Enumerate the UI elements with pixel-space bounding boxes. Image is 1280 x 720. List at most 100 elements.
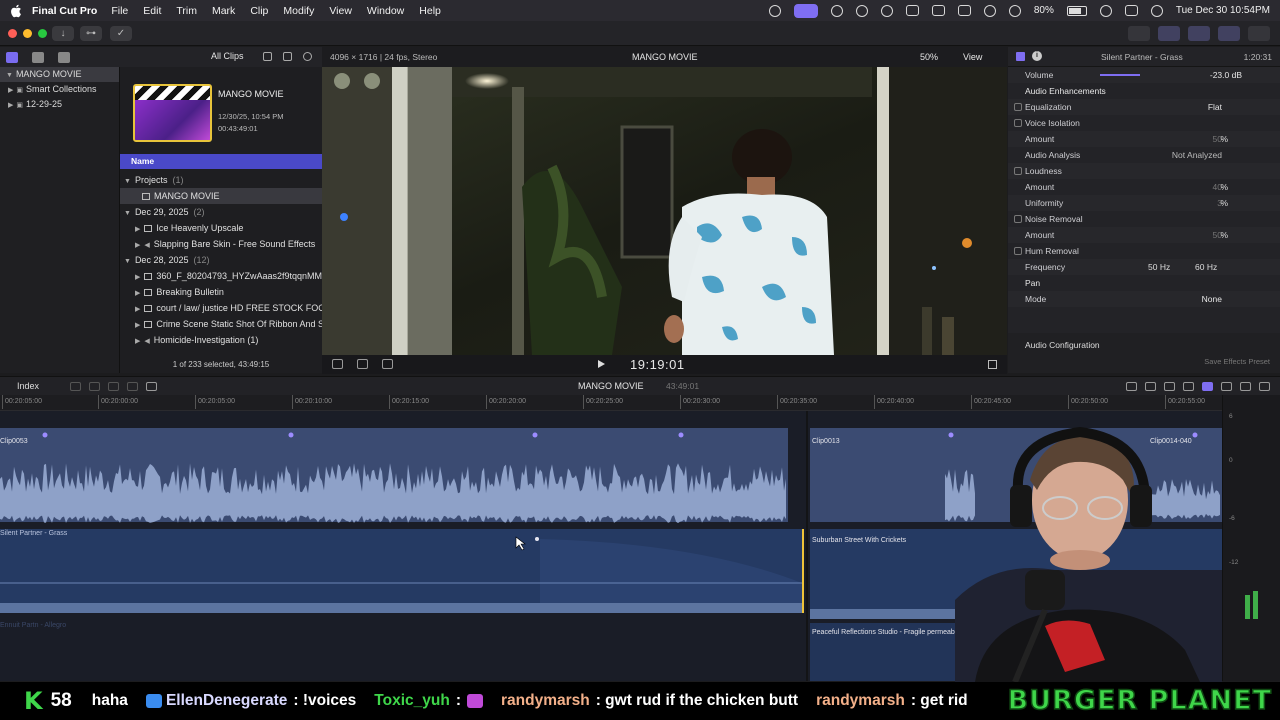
layout-toggle-inspector-icon[interactable] — [1218, 26, 1240, 41]
menu-trim[interactable]: Trim — [176, 5, 197, 17]
project-thumbnail[interactable] — [133, 84, 212, 142]
list-group-dec-28[interactable]: ▼ Dec 28, 2025 (12) — [120, 252, 322, 268]
list-view-icon[interactable] — [263, 52, 272, 61]
voice-isolation-checkbox[interactable] — [1014, 119, 1022, 127]
search-browser-icon[interactable] — [303, 52, 312, 61]
layout-toggle-timeline-icon[interactable] — [1188, 26, 1210, 41]
info-icon[interactable]: i — [1032, 51, 1042, 61]
list-item[interactable]: MANGO MOVIE — [120, 188, 322, 204]
play-icon[interactable] — [598, 360, 605, 368]
minimize-window-icon[interactable] — [23, 29, 32, 38]
clip-appearance-icon[interactable] — [1221, 382, 1232, 391]
fade-handle[interactable] — [535, 537, 539, 541]
hum-removal-checkbox[interactable] — [1014, 247, 1022, 255]
index-button[interactable]: Index — [17, 381, 39, 391]
pan-mode-select[interactable]: None — [1202, 291, 1222, 307]
disclosure-closed-icon[interactable]: ▶ — [135, 322, 140, 329]
libraries-icon[interactable] — [6, 51, 18, 63]
headphones-icon[interactable] — [1183, 382, 1194, 391]
sidebar-item-smart-collections[interactable]: ▶ ▣ Smart Collections — [0, 82, 119, 97]
all-clips-filter[interactable]: All Clips — [211, 51, 244, 61]
insert-edit-icon[interactable] — [89, 382, 100, 391]
photos-icon[interactable] — [32, 51, 44, 63]
volume-value[interactable]: -23.0 dB — [1210, 67, 1242, 83]
menu-clip[interactable]: Clip — [250, 5, 268, 17]
enhance-icon[interactable] — [357, 359, 368, 369]
name-column-header[interactable]: Name — [120, 154, 322, 169]
viewer-video-frame[interactable] — [322, 67, 1007, 355]
bluetooth-icon[interactable] — [983, 4, 996, 17]
menu-file[interactable]: File — [111, 5, 128, 17]
list-item[interactable]: ▶ ◀ Slapping Bare Skin - Free Sound Effect… — [120, 236, 322, 252]
audio-configuration-header[interactable]: Audio Configuration — [1025, 340, 1100, 350]
menu-view[interactable]: View — [329, 5, 352, 17]
titles-icon[interactable] — [58, 51, 70, 63]
menu-window[interactable]: Window — [367, 5, 404, 17]
audio-skimming-icon[interactable] — [1145, 382, 1156, 391]
screen-mirror-icon[interactable] — [793, 3, 818, 18]
background-tasks-button[interactable]: ✓ — [110, 26, 132, 41]
record-icon[interactable] — [855, 4, 868, 17]
keywords-button[interactable]: ⊶ — [80, 26, 102, 41]
display-icon[interactable] — [931, 5, 945, 16]
list-item[interactable]: ▶ Crime Scene Static Shot Of Ribbon And S — [120, 316, 322, 332]
creative-cloud-icon[interactable] — [768, 4, 781, 17]
fullscreen-icon[interactable] — [988, 360, 997, 369]
search-icon[interactable] — [1099, 4, 1112, 17]
list-item[interactable]: ▶ ◀ Homicide-Investigation (1) — [120, 332, 322, 348]
menu-modify[interactable]: Modify — [283, 5, 314, 17]
effects-browser-icon[interactable] — [1240, 382, 1251, 391]
disclosure-closed-icon[interactable]: ▶ — [8, 87, 13, 94]
list-group-projects[interactable]: ▼ Projects (1) — [120, 172, 322, 188]
wifi-icon[interactable] — [1008, 4, 1021, 17]
save-effects-preset-button[interactable]: Save Effects Preset — [1204, 357, 1270, 366]
sidebar-item-event[interactable]: ▶ ▣ 12-29-25 — [0, 97, 119, 112]
siri-icon[interactable] — [1150, 4, 1163, 17]
disclosure-closed-icon[interactable]: ▶ — [135, 242, 140, 249]
import-button[interactable]: ↓ — [52, 26, 74, 41]
snapping-icon[interactable] — [1202, 382, 1213, 391]
keyframe-marker[interactable] — [288, 432, 294, 438]
disclosure-open-icon[interactable]: ▼ — [124, 178, 131, 185]
disclosure-closed-icon[interactable]: ▶ — [135, 226, 140, 233]
apple-menu-icon[interactable] — [10, 4, 22, 18]
equalization-select[interactable]: Flat — [1208, 99, 1222, 115]
screen-icon[interactable] — [957, 5, 971, 16]
noise-removal-checkbox[interactable] — [1014, 215, 1022, 223]
keyframe-marker[interactable] — [678, 432, 684, 438]
list-item[interactable]: ▶ Breaking Bulletin — [120, 284, 322, 300]
view-menu[interactable]: View — [963, 52, 982, 62]
zoom-window-icon[interactable] — [38, 29, 47, 38]
disclosure-open-icon[interactable]: ▼ — [124, 210, 131, 217]
solo-icon[interactable] — [1164, 382, 1175, 391]
play-circle-icon[interactable] — [880, 4, 893, 17]
disclosure-closed-icon[interactable]: ▶ — [135, 306, 140, 313]
skimming-icon[interactable] — [1126, 382, 1137, 391]
globe-icon[interactable] — [830, 4, 843, 17]
transform-icon[interactable] — [332, 359, 343, 369]
loudness-checkbox[interactable] — [1014, 167, 1022, 175]
frequency-50-option[interactable]: 50 Hz — [1148, 259, 1170, 275]
connect-edit-icon[interactable] — [70, 382, 81, 391]
list-item[interactable]: ▶ court / law/ justice HD FREE STOCK FOO — [120, 300, 322, 316]
disclosure-closed-icon[interactable]: ▶ — [135, 274, 140, 281]
list-item[interactable]: ▶ Ice Heavenly Upscale — [120, 220, 322, 236]
battery-icon[interactable] — [1066, 5, 1087, 16]
select-tool-icon[interactable] — [146, 382, 157, 391]
keyframe-marker[interactable] — [42, 432, 48, 438]
timeline-ruler[interactable]: 00:20:05:00 00:20:00:00 00:20:05:00 00:2… — [0, 395, 1222, 411]
keyframe-marker[interactable] — [948, 432, 954, 438]
frequency-60-option[interactable]: 60 Hz — [1195, 259, 1217, 275]
settings-icon[interactable] — [283, 52, 292, 61]
disclosure-closed-icon[interactable]: ▶ — [135, 290, 140, 297]
equalization-checkbox[interactable] — [1014, 103, 1022, 111]
share-icon[interactable] — [1248, 26, 1270, 41]
transitions-browser-icon[interactable] — [1259, 382, 1270, 391]
list-group-dec-29[interactable]: ▼ Dec 29, 2025 (2) — [120, 204, 322, 220]
menu-edit[interactable]: Edit — [143, 5, 161, 17]
control-center-icon[interactable] — [1124, 5, 1138, 16]
overwrite-edit-icon[interactable] — [127, 382, 138, 391]
layout-toggle-browser-icon[interactable] — [1158, 26, 1180, 41]
audio-enhancements-header[interactable]: Audio Enhancements — [1008, 83, 1280, 99]
clip-selection-edge[interactable] — [802, 529, 804, 613]
